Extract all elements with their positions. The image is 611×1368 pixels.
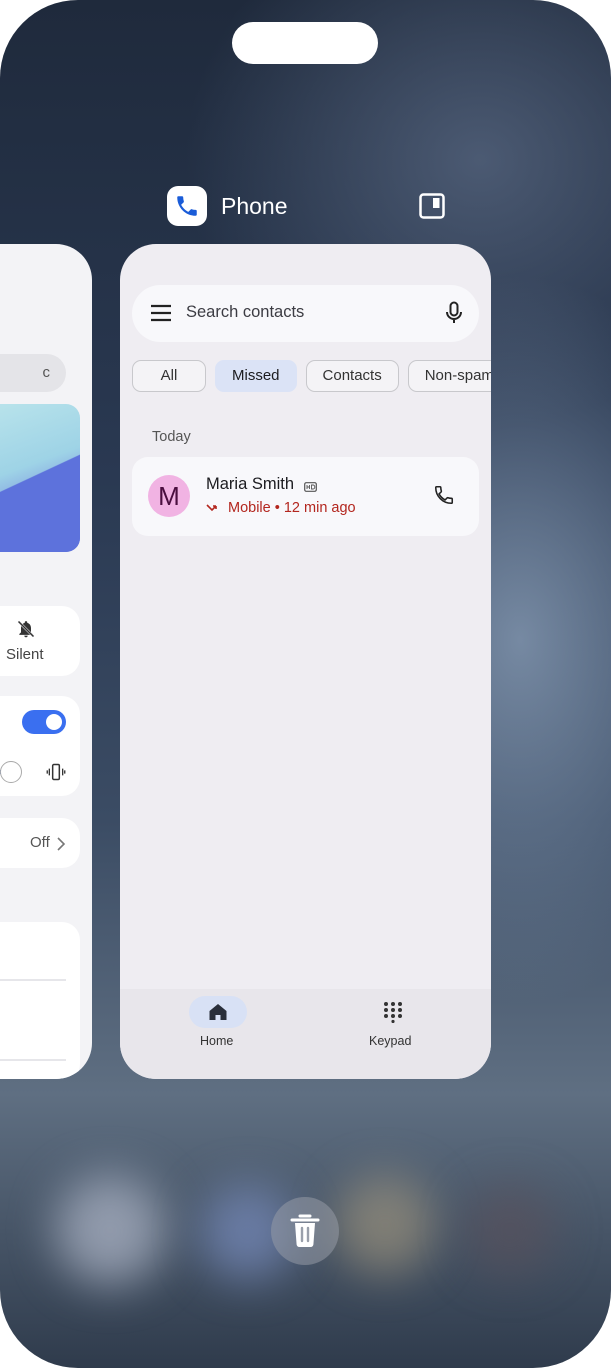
silent-tile [0, 606, 80, 676]
home-icon[interactable] [208, 1003, 228, 1021]
settings-toggle[interactable] [22, 710, 66, 734]
divider [0, 979, 66, 981]
trash-icon [290, 1214, 320, 1248]
keypad-icon[interactable] [383, 1001, 403, 1024]
missed-call-icon [206, 504, 217, 512]
split-screen-icon[interactable] [418, 192, 446, 220]
clear-all-button[interactable] [271, 1197, 339, 1265]
phone-app-preview[interactable]: Search contacts All Missed Contacts Non-… [120, 244, 491, 1079]
separator: • [270, 500, 284, 516]
bottom-navigation: Home Keypad [120, 989, 491, 1079]
filter-chip-non-spam[interactable]: Non-spam [407, 360, 491, 392]
section-header-today: Today [152, 429, 191, 445]
search-placeholder: Search contacts [186, 303, 305, 321]
bell-off-icon [16, 619, 36, 639]
vibrate-icon [46, 762, 66, 782]
avatar: M [148, 475, 190, 517]
phone-app-icon [167, 186, 207, 226]
dynamic-island [232, 22, 378, 64]
filter-chips: All Missed Contacts Non-spam [132, 360, 491, 392]
settings-search-fragment: c [0, 354, 66, 392]
nav-keypad-label[interactable]: Keypad [369, 1034, 411, 1048]
call-back-icon[interactable] [433, 484, 455, 506]
volume-slider-knob[interactable] [0, 761, 22, 783]
dock-blob [55, 1175, 165, 1285]
app-header[interactable]: Phone [167, 186, 288, 226]
app-title: Phone [221, 192, 288, 219]
contact-name: Maria Smith [206, 475, 295, 493]
search-contacts-bar[interactable]: Search contacts [132, 285, 479, 342]
call-time: 12 min ago [283, 500, 356, 516]
filter-chip-all[interactable]: All [132, 360, 206, 392]
silent-label: Silent [6, 646, 44, 663]
settings-list-box [0, 922, 80, 1079]
hd-icon [304, 479, 317, 492]
recents-screen: Phone c Silent Off Search contacts All M… [0, 0, 611, 1368]
menu-icon[interactable] [150, 304, 172, 322]
microphone-icon[interactable] [445, 301, 463, 325]
call-type: Mobile [228, 500, 271, 516]
filter-chip-missed[interactable]: Missed [215, 360, 297, 392]
dock-blob [335, 1175, 435, 1275]
dock-blob [465, 1185, 555, 1275]
nav-home-label[interactable]: Home [200, 1034, 233, 1048]
call-details: Mobile • 12 min ago [206, 500, 356, 516]
chevron-right-icon [56, 836, 66, 852]
filter-chip-contacts[interactable]: Contacts [305, 360, 399, 392]
settings-app-preview[interactable]: c Silent Off [0, 244, 92, 1079]
divider [0, 1059, 66, 1061]
off-label: Off [30, 834, 50, 851]
call-log-row[interactable]: M Maria Smith Mobile • 12 min ago [132, 457, 479, 536]
settings-banner [0, 404, 80, 552]
